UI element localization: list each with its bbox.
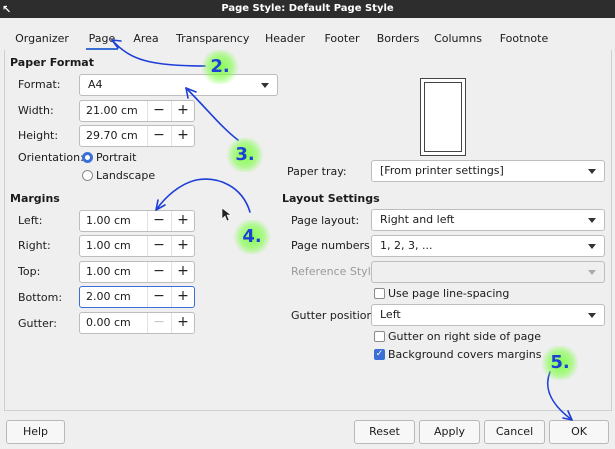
gutter-right-side-checkbox[interactable] [374, 331, 385, 342]
portrait-label[interactable]: Portrait [96, 151, 136, 164]
portrait-radio[interactable] [82, 152, 93, 163]
background-covers-margins-checkbox[interactable]: ✓ [374, 349, 385, 360]
height-value: 29.70 cm [86, 129, 138, 142]
gutter-position-value: Left [380, 308, 401, 321]
tab-columns[interactable]: Columns [434, 30, 482, 48]
help-button[interactable]: Help [6, 420, 65, 444]
layout-settings-heading: Layout Settings [282, 192, 380, 205]
annotation-step-2: 2. [200, 50, 240, 84]
left-margin-spinner[interactable]: 1.00 cm − + [79, 210, 195, 232]
chevron-down-icon [588, 218, 596, 223]
left-margin-value: 1.00 cm [86, 214, 131, 227]
top-margin-value: 1.00 cm [86, 265, 131, 278]
landscape-radio[interactable] [82, 170, 93, 181]
chevron-down-icon [588, 270, 596, 275]
gutter-position-dropdown[interactable]: Left [371, 304, 605, 326]
annotation-step-3: 3. [225, 138, 265, 172]
right-margin-decrement-button[interactable]: − [147, 236, 170, 256]
top-margin-spinner[interactable]: 1.00 cm − + [79, 261, 195, 283]
reset-button[interactable]: Reset [354, 420, 415, 444]
page-preview-margins [424, 82, 462, 152]
use-page-line-spacing-label[interactable]: Use page line-spacing [388, 287, 509, 300]
orientation-label: Orientation: [18, 151, 84, 164]
chevron-down-icon [588, 313, 596, 318]
format-label: Format: [18, 78, 61, 91]
format-value: A4 [88, 78, 103, 91]
width-label: Width: [18, 104, 54, 117]
chevron-down-icon [588, 244, 596, 249]
tab-footer[interactable]: Footer [322, 30, 362, 48]
tab-page[interactable]: Page [86, 30, 118, 50]
width-spinner[interactable]: 21.00 cm − + [79, 100, 195, 122]
gutter-position-label: Gutter position: [291, 309, 378, 322]
gutter-label: Gutter: [18, 317, 57, 330]
page-layout-value: Right and left [380, 213, 455, 226]
annotation-step-5: 5. [540, 346, 580, 380]
height-decrement-button[interactable]: − [147, 126, 170, 146]
title-bar: ↖ Page Style: Default Page Style [0, 0, 615, 18]
cancel-button[interactable]: Cancel [484, 420, 545, 444]
page-numbers-label: Page numbers: [291, 239, 374, 252]
left-margin-increment-button[interactable]: + [171, 211, 194, 231]
background-covers-margins-label[interactable]: Background covers margins [388, 348, 541, 361]
width-value: 21.00 cm [86, 104, 138, 117]
bottom-margin-spinner[interactable]: 2.00 cm − + [79, 286, 195, 308]
apply-button[interactable]: Apply [419, 420, 480, 444]
tab-bar: Organizer Page Area Transparency Header … [4, 26, 611, 51]
top-margin-decrement-button[interactable]: − [147, 262, 170, 282]
height-increment-button[interactable]: + [171, 126, 194, 146]
window-title: Page Style: Default Page Style [221, 3, 394, 14]
left-margin-label: Left: [18, 214, 43, 227]
gutter-spinner[interactable]: 0.00 cm − + [79, 312, 195, 334]
page-layout-dropdown[interactable]: Right and left [371, 209, 605, 231]
gutter-right-side-label[interactable]: Gutter on right side of page [388, 330, 541, 343]
top-margin-label: Top: [18, 265, 41, 278]
bottom-margin-value: 2.00 cm [86, 290, 131, 303]
use-page-line-spacing-checkbox[interactable] [374, 288, 385, 299]
page-layout-label: Page layout: [291, 214, 360, 227]
tab-area[interactable]: Area [132, 30, 160, 48]
left-margin-decrement-button[interactable]: − [147, 211, 170, 231]
annotation-step-4: 4. [232, 220, 272, 254]
gutter-value: 0.00 cm [86, 316, 131, 329]
paper-format-heading: Paper Format [10, 56, 94, 69]
page-numbers-dropdown[interactable]: 1, 2, 3, ... [371, 235, 605, 257]
width-increment-button[interactable]: + [171, 101, 194, 121]
bottom-margin-decrement-button[interactable]: − [147, 287, 170, 307]
bottom-margin-increment-button[interactable]: + [171, 287, 194, 307]
reference-style-dropdown [371, 261, 605, 283]
paper-tray-value: [From printer settings] [380, 164, 504, 177]
reference-style-label: Reference Style: [291, 265, 382, 278]
page-preview [420, 78, 466, 156]
paper-tray-label: Paper tray: [287, 165, 347, 178]
right-margin-value: 1.00 cm [86, 239, 131, 252]
height-label: Height: [18, 129, 59, 142]
gutter-increment-button[interactable]: + [171, 313, 194, 333]
tab-footnote[interactable]: Footnote [498, 30, 550, 48]
tab-organizer[interactable]: Organizer [14, 30, 70, 48]
chevron-down-icon [261, 83, 269, 88]
right-margin-label: Right: [18, 239, 51, 252]
right-margin-spinner[interactable]: 1.00 cm − + [79, 235, 195, 257]
right-margin-increment-button[interactable]: + [171, 236, 194, 256]
page-numbers-value: 1, 2, 3, ... [380, 239, 433, 252]
gutter-decrement-button: − [147, 313, 170, 333]
landscape-label[interactable]: Landscape [96, 169, 155, 182]
width-decrement-button[interactable]: − [147, 101, 170, 121]
tab-borders[interactable]: Borders [376, 30, 420, 48]
tab-transparency[interactable]: Transparency [176, 30, 249, 48]
paper-tray-dropdown[interactable]: [From printer settings] [371, 160, 605, 182]
margins-heading: Margins [10, 192, 60, 205]
top-margin-increment-button[interactable]: + [171, 262, 194, 282]
tab-header[interactable]: Header [264, 30, 306, 48]
bottom-margin-label: Bottom: [18, 291, 63, 304]
ok-button[interactable]: OK [549, 420, 609, 444]
height-spinner[interactable]: 29.70 cm − + [79, 125, 195, 147]
chevron-down-icon [588, 169, 596, 174]
format-dropdown[interactable]: A4 [79, 74, 278, 96]
mouse-pointer-icon: ↖ [2, 3, 12, 16]
